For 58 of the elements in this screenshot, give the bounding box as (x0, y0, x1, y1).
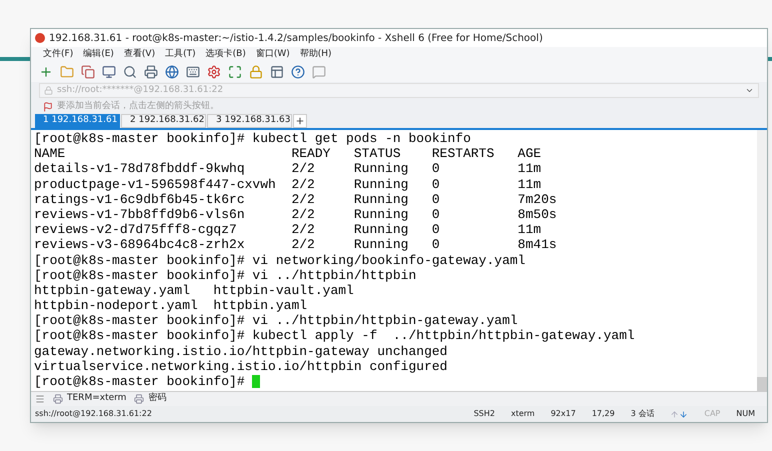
globe-icon[interactable] (165, 65, 179, 79)
session-hint: 要添加当前会话，点击左侧的箭头按钮。 (57, 100, 219, 114)
terminal-line: [root@k8s-master bookinfo]# (34, 374, 260, 390)
terminal-line: httpbin-gateway.yaml httpbin-vault.yaml (34, 282, 354, 298)
terminal-line: NAME READY STATUS RESTARTS AGE (34, 146, 542, 162)
search-icon[interactable] (123, 65, 137, 79)
status-size: 92x17 (550, 408, 576, 420)
layout-icon[interactable] (270, 65, 284, 79)
status-position: 17,29 (592, 408, 615, 420)
terminal-line: [root@k8s-master bookinfo]# vi networking/bookinfo-gateway.yaml (34, 252, 526, 268)
menu-item[interactable]: 窗口(W) (256, 48, 290, 62)
terminal-line: gateway.networking.istio.io/httpbin-gateway unchanged (34, 344, 448, 359)
menu-item[interactable]: 编辑(E) (83, 48, 114, 62)
status-sessions: 3 会话 (630, 408, 654, 420)
help-icon[interactable] (291, 65, 305, 79)
session-tab[interactable]: 2 192.168.31.62 (121, 114, 206, 128)
printer-icon[interactable] (144, 65, 158, 79)
status-protocol: SSH2 (474, 408, 495, 420)
cursor (252, 375, 260, 388)
terminal-line: [root@k8s-master bookinfo]# vi ../httpbin/httpbin (34, 268, 416, 283)
menu-item[interactable]: 查看(V) (124, 48, 156, 62)
terminal-line: reviews-v1-7bb8ffd9b6-vls6n 2/2 Running 0 8m50s (34, 206, 557, 222)
session-tab[interactable]: 1 192.168.31.61 (35, 114, 120, 128)
lock-icon (44, 86, 53, 95)
gear-icon[interactable] (207, 65, 221, 79)
terminal-line: reviews-v2-d7d75fff8-cgqz7 2/2 Running 0 11m (34, 222, 542, 238)
quick-command-button[interactable]: 密码 (134, 392, 166, 406)
keyboard-icon[interactable] (186, 65, 200, 79)
menu-item[interactable]: 选项卡(B) (206, 48, 246, 62)
down-arrow-icon[interactable] (679, 410, 688, 418)
terminal-line: [root@k8s-master bookinfo]# kubectl apply -f ../httpbin/httpbin-gateway.yaml (34, 328, 635, 344)
app-logo-icon (35, 33, 45, 43)
copy-icon[interactable] (81, 65, 95, 79)
terminal-line: [root@k8s-master bookinfo]# vi ../httpbin/httpbin-gateway.yaml (34, 313, 518, 328)
terminal-line: productpage-v1-596598f447-cxvwh 2/2 Running 0 11m (34, 176, 542, 192)
menu-icon[interactable] (35, 394, 45, 404)
menu-item[interactable]: 帮助(H) (300, 48, 332, 62)
status-num: NUM (736, 408, 756, 420)
terminal-line: httpbin-nodeport.yaml httpbin.yaml (34, 298, 308, 314)
quick-command-button[interactable]: TERM=xterm (53, 392, 126, 406)
new-session-icon[interactable] (39, 65, 53, 79)
menu-item[interactable]: 文件(F) (43, 48, 74, 62)
terminal-line: [root@k8s-master bookinfo]# kubectl get pods -n bookinfo (34, 131, 471, 146)
session-tab[interactable]: 3 192.168.31.63 (207, 114, 292, 128)
status-address: ssh://root@192.168.31.61:22 (35, 408, 153, 420)
terminal-line: details-v1-78d78fbddf-9kwhq 2/2 Running 0 11m (34, 161, 542, 177)
terminal-line: virtualservice.networking.istio.io/httpbin configured (34, 358, 448, 374)
plus-icon (295, 116, 305, 126)
fullscreen-icon[interactable] (228, 65, 242, 79)
terminal-line: ratings-v1-6c9dbf6b45-tk6rc 2/2 Running 0 7m20s (34, 192, 557, 207)
dropdown-icon[interactable] (745, 86, 754, 95)
monitor-icon[interactable] (102, 65, 116, 79)
status-term: xterm (510, 408, 535, 420)
add-tab-button[interactable] (293, 114, 307, 128)
menu-item[interactable]: 工具(T) (165, 48, 196, 62)
window-title: 192.168.31.61 - root@k8s-master:~/istio-1.4.2/samples/bookinfo - Xshell 6 (Free for Home/School) (49, 32, 543, 46)
status-cap: CAP (704, 408, 720, 420)
terminal-line: reviews-v3-68964bc4c8-zrh2x 2/2 Running 0 8m41s (34, 237, 557, 252)
